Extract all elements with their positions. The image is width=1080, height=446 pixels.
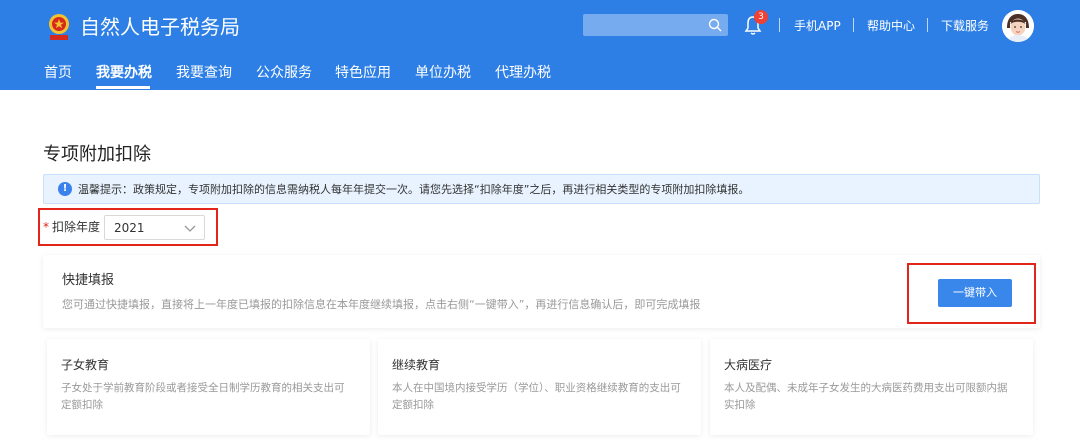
required-mark: *: [43, 220, 49, 234]
category-title: 大病医疗: [724, 358, 773, 372]
nav-active-indicator: [96, 86, 150, 89]
category-description: 本人在中国境内接受学历（学位）、职业资格继续教育的支出可定额扣除: [392, 382, 681, 411]
nav-public-service[interactable]: 公众服务: [256, 63, 312, 83]
header-divider: [853, 18, 854, 32]
notice-text: 温馨提示：政策规定，专项附加扣除的信息需纳税人每年年提交一次。请您先选择“扣除年…: [78, 183, 750, 196]
top-header: 自然人电子税务局 3 手机APP 帮助中心 下载服务 首页 我要办税 我要查询 …: [0, 0, 1080, 90]
notice-banner: ! 温馨提示：政策规定，专项附加扣除的信息需纳税人每年年提交一次。请您先选择“扣…: [43, 174, 1040, 204]
app-title: 自然人电子税务局: [80, 15, 240, 39]
year-label: 扣除年度: [52, 220, 101, 234]
nav-agent-tax[interactable]: 代理办税: [495, 63, 551, 83]
header-divider: [927, 18, 928, 32]
tax-emblem-icon[interactable]: [44, 12, 74, 42]
notification-badge: 3: [754, 10, 768, 24]
header-divider: [779, 18, 780, 32]
category-card-serious-illness[interactable]: 大病医疗 本人及配偶、未成年子女发生的大病医药费用支出可限额内据实扣除: [710, 339, 1033, 435]
nav-unit-tax[interactable]: 单位办税: [415, 63, 471, 83]
year-value: 2021: [114, 221, 145, 235]
quick-fill-title: 快捷填报: [62, 273, 115, 288]
year-select[interactable]: 2021: [104, 215, 205, 240]
category-title: 子女教育: [61, 358, 110, 372]
category-description: 本人及配偶、未成年子女发生的大病医药费用支出可限额内据实扣除: [724, 382, 1008, 411]
nav-query[interactable]: 我要查询: [176, 63, 232, 83]
nav-special-apps[interactable]: 特色应用: [335, 63, 391, 83]
chevron-down-icon: [184, 225, 196, 232]
page-title: 专项附加扣除: [43, 144, 151, 165]
nav-home[interactable]: 首页: [44, 63, 72, 83]
category-title: 继续教育: [392, 358, 441, 372]
link-download-service[interactable]: 下载服务: [941, 18, 989, 34]
category-card-children-education[interactable]: 子女教育 子女处于学前教育阶段或者接受全日制学历教育的相关支出可定额扣除: [47, 339, 370, 435]
link-help-center[interactable]: 帮助中心: [867, 18, 915, 34]
search-box[interactable]: [583, 14, 728, 36]
category-card-continuing-education[interactable]: 继续教育 本人在中国境内接受学历（学位）、职业资格继续教育的支出可定额扣除: [378, 339, 701, 435]
category-description: 子女处于学前教育阶段或者接受全日制学历教育的相关支出可定额扣除: [61, 382, 345, 411]
nav-tax-filing[interactable]: 我要办税: [96, 63, 152, 83]
link-mobile-app[interactable]: 手机APP: [794, 18, 841, 34]
avatar-icon: [1002, 10, 1034, 42]
avatar[interactable]: [1002, 10, 1034, 42]
info-icon: !: [58, 182, 72, 196]
quick-fill-description: 您可通过快捷填报，直接将上一年度已填报的扣除信息在本年度继续填报，点击右侧“一键…: [62, 298, 701, 311]
search-icon[interactable]: [707, 17, 723, 33]
one-click-import-button[interactable]: 一键带入: [938, 279, 1012, 307]
quick-fill-card: [43, 255, 1040, 328]
search-input[interactable]: [583, 14, 703, 36]
